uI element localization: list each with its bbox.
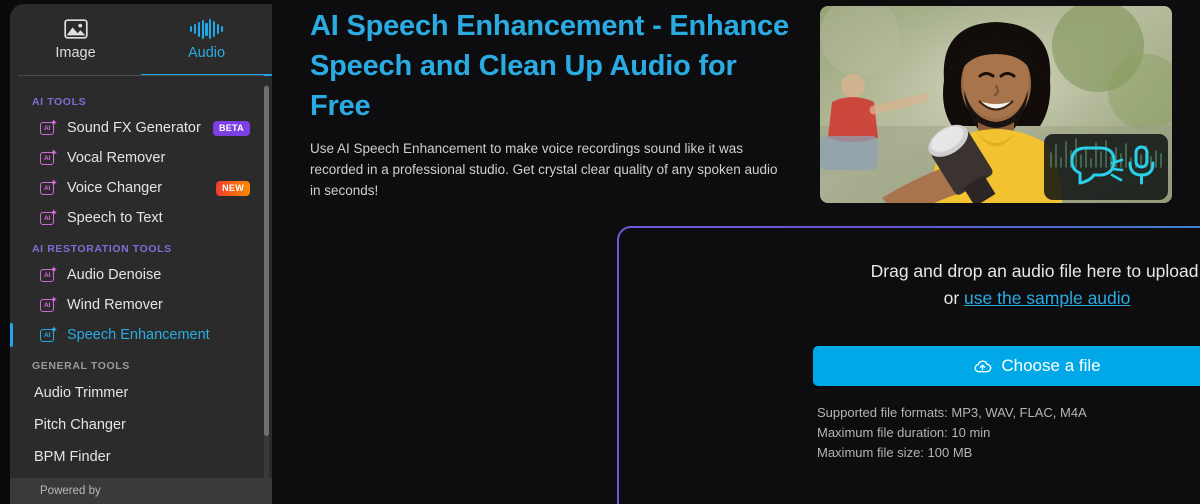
sidebar-item-bpm-finder[interactable]: BPM Finder: [10, 441, 272, 473]
hero-image-illustration: [820, 6, 1172, 203]
sidebar-item-vocal-remover[interactable]: AI ✦ Vocal Remover: [10, 143, 272, 173]
sidebar-item-label: Voice Changer: [67, 179, 163, 196]
sidebar: Image Audio AI TOOLS AI ✦ Sound FX Gener…: [0, 0, 272, 504]
ai-sparkle-icon: AI ✦: [40, 118, 58, 137]
section-heading-general-tools: GENERAL TOOLS: [32, 360, 130, 372]
sidebar-item-label: Audio Trimmer: [34, 384, 129, 401]
sidebar-scroll-area: AI TOOLS AI ✦ Sound FX Generator BETA AI ✦…: [10, 76, 272, 504]
sidebar-footer: Powered by: [10, 478, 272, 504]
page-title: AI Speech Enhancement - Enhance Speech a…: [310, 10, 789, 123]
hero-text: AI Speech Enhancement - Enhance Speech a…: [310, 6, 800, 203]
sidebar-item-label: Sound FX Generator: [67, 119, 201, 136]
cloud-upload-icon: [974, 360, 992, 372]
main-content: AI Speech Enhancement - Enhance Speech a…: [272, 0, 1200, 504]
ai-sparkle-icon: AI ✦: [40, 178, 58, 197]
status-badge-beta: BETA: [212, 120, 250, 136]
sidebar-item-label: Audio Denoise: [67, 266, 162, 283]
tab-audio-label: Audio: [187, 45, 226, 61]
tab-image[interactable]: Image: [10, 4, 141, 76]
sidebar-panel: Image Audio AI TOOLS AI ✦ Sound FX Gener…: [10, 4, 272, 504]
file-dropzone[interactable]: Drag and drop an audio file here to uplo…: [617, 226, 1200, 504]
dropzone-instruction: Drag and drop an audio file here to uplo…: [870, 261, 1200, 281]
ai-sparkle-icon: AI ✦: [40, 208, 58, 227]
sidebar-item-label: Speech to Text: [67, 209, 163, 226]
supported-formats-text: Supported file formats: MP3, WAV, FLAC, …: [817, 405, 1087, 420]
sidebar-item-label: Vocal Remover: [67, 149, 166, 166]
ai-sparkle-icon: AI ✦: [40, 295, 58, 314]
page-subtitle: Use AI Speech Enhancement to make voice …: [310, 141, 778, 198]
audio-waveform-icon: [190, 18, 223, 40]
powered-by-label: Powered by: [40, 485, 101, 497]
sidebar-item-voice-changer[interactable]: AI ✦ Voice Changer NEW: [10, 173, 272, 203]
hero-image: [820, 6, 1172, 203]
section-heading-ai-tools: AI TOOLS: [32, 96, 87, 108]
sidebar-item-wind-remover[interactable]: AI ✦ Wind Remover: [10, 290, 272, 320]
max-size-text: Maximum file size: 100 MB: [817, 444, 973, 460]
ai-sparkle-icon: AI ✦: [40, 148, 58, 167]
image-icon: [63, 18, 88, 40]
max-duration-text: Maximum file duration: 10 min: [817, 424, 991, 440]
sidebar-item-label: BPM Finder: [34, 448, 111, 465]
sidebar-item-audio-trimmer[interactable]: Audio Trimmer: [10, 377, 272, 409]
sidebar-item-pitch-changer[interactable]: Pitch Changer: [10, 409, 272, 441]
choose-file-button[interactable]: Choose a file: [813, 346, 1200, 386]
sidebar-item-speech-enhancement[interactable]: AI ✦ Speech Enhancement: [10, 320, 272, 350]
tab-image-label: Image: [55, 45, 96, 61]
dropzone-sample-line: or use the sample audio: [619, 288, 1200, 309]
sidebar-scrollbar[interactable]: [264, 84, 269, 498]
section-heading-ai-restoration-tools: AI RESTORATION TOOLS: [32, 243, 172, 255]
sidebar-item-sound-fx-generator[interactable]: AI ✦ Sound FX Generator BETA: [10, 113, 272, 143]
ai-sparkle-icon: AI ✦: [40, 325, 58, 344]
status-badge-new: NEW: [216, 180, 250, 196]
file-requirements: Supported file formats: MP3, WAV, FLAC, …: [817, 403, 1200, 462]
choose-file-label: Choose a file: [1001, 356, 1101, 375]
sidebar-item-audio-denoise[interactable]: AI ✦ Audio Denoise: [10, 260, 272, 290]
speech-to-mic-icon: [1044, 134, 1168, 200]
sidebar-item-label: Speech Enhancement: [67, 326, 210, 343]
tab-bar: Image Audio: [10, 4, 272, 76]
sidebar-scrollbar-thumb[interactable]: [264, 86, 269, 436]
dropzone-content: Drag and drop an audio file here to uplo…: [619, 228, 1200, 462]
use-sample-audio-link[interactable]: use the sample audio: [964, 288, 1130, 308]
sidebar-item-label: Wind Remover: [67, 296, 163, 313]
hero-section: AI Speech Enhancement - Enhance Speech a…: [310, 0, 1190, 203]
tab-audio[interactable]: Audio: [141, 4, 272, 76]
sidebar-item-label: Pitch Changer: [34, 416, 126, 433]
sidebar-item-speech-to-text[interactable]: AI ✦ Speech to Text: [10, 203, 272, 233]
ai-sparkle-icon: AI ✦: [40, 265, 58, 284]
dropzone-or-label: or: [943, 288, 960, 308]
